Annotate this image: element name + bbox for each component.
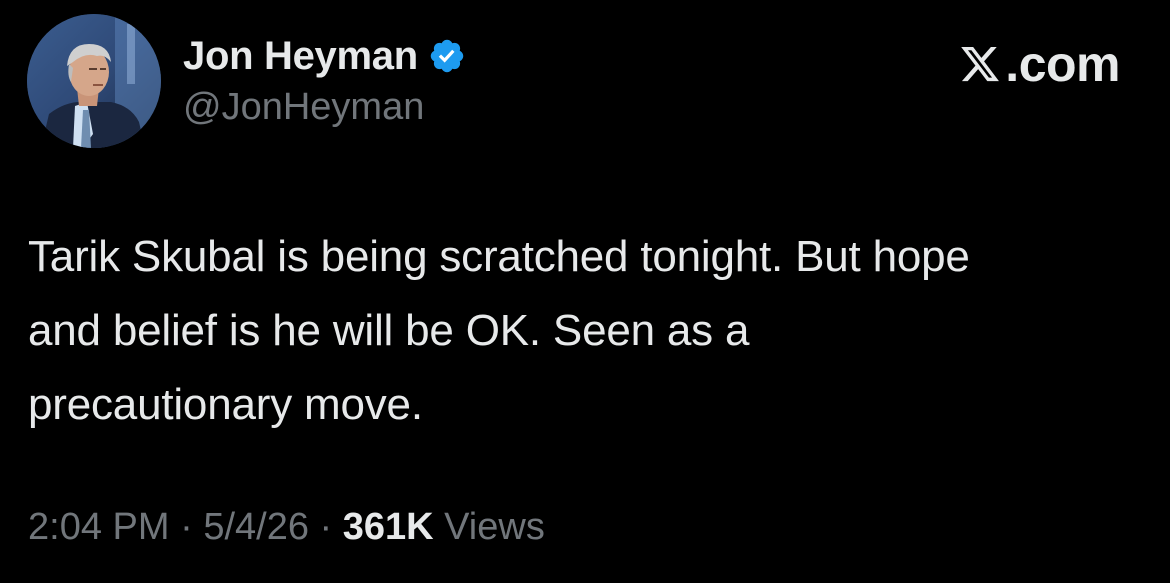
x-com-text: .com <box>1005 36 1120 92</box>
tweet-text: Tarik Skubal is being scratched tonight.… <box>28 220 1153 442</box>
avatar[interactable] <box>27 14 161 148</box>
views-label: Views <box>433 506 545 548</box>
tweet-text-line: Tarik Skubal is being scratched tonight.… <box>28 232 970 281</box>
x-logo-icon <box>959 43 1001 85</box>
avatar-photo <box>27 14 161 148</box>
display-name[interactable]: Jon Heyman <box>183 34 418 79</box>
tweet-text-line: and belief is he will be OK. Seen as a <box>28 306 750 355</box>
tweet-meta: 2:04 PM · 5/4/26 · 361K Views <box>28 506 545 549</box>
views-count: 361K <box>342 506 434 548</box>
tweet-date[interactable]: 5/4/26 <box>203 506 309 548</box>
author-name-row: Jon Heyman <box>183 30 466 82</box>
author-handle[interactable]: @JonHeyman <box>183 86 424 129</box>
verified-badge-icon <box>428 37 466 75</box>
x-com-watermark: .com <box>959 34 1120 94</box>
meta-separator: · <box>169 506 204 548</box>
tweet-card: Jon Heyman @JonHeyman .com Tarik Skubal … <box>0 0 1170 583</box>
meta-separator: · <box>308 506 343 548</box>
tweet-text-line: precautionary move. <box>28 380 423 429</box>
tweet-time[interactable]: 2:04 PM <box>28 506 170 548</box>
